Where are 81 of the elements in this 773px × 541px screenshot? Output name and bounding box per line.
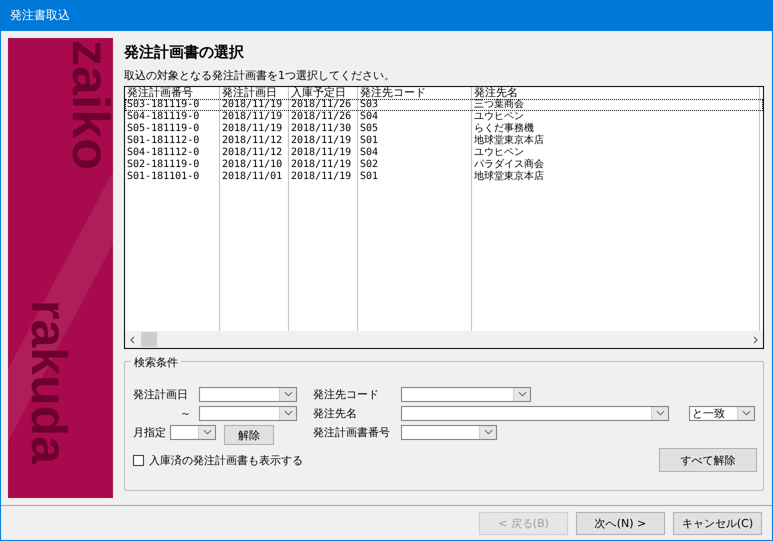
dropdown-icon [742, 410, 750, 416]
instruction-text: 取込の対象となる発注計画書を1つ選択してください。 [124, 68, 396, 83]
table-cell-text: S04-181112-0 [126, 147, 200, 159]
table-row[interactable]: S02-181119-0 2018/11/10 2018/11/19 S02 パラダイス商会 [125, 159, 763, 171]
scroll-right-icon[interactable] [751, 336, 759, 344]
dropdown-icon [284, 391, 292, 397]
table-cell-text: S01-181112-0 [126, 135, 200, 147]
table-cell-text: ユウヒペン [473, 147, 524, 159]
table-cell-text: S01 [359, 135, 380, 147]
field-label: 発注計画書番号 [313, 424, 391, 440]
scrollbar-thumb[interactable] [141, 332, 157, 347]
table-row[interactable]: S05-181119-0 2018/11/19 2018/11/30 S05 らくだ事務機 [125, 123, 763, 135]
table-cell-text: 2018/11/19 [290, 135, 352, 147]
table-cell-text: 2018/11/30 [290, 123, 352, 135]
clear-button[interactable]: 解除 [224, 425, 274, 445]
table-cell-text: 2018/11/19 [221, 123, 284, 135]
column-header[interactable]: 発注計画日 [220, 87, 289, 99]
brand-text: rakuda [24, 300, 74, 464]
field-label: 発注計画日 [133, 386, 189, 402]
table-cell-text: 地球堂東京本店 [473, 171, 545, 183]
table-cell-text: 2018/11/10 [221, 159, 284, 171]
dropdown-icon [484, 429, 492, 435]
table-cell-text: S05-181119-0 [126, 123, 200, 135]
scroll-left-icon[interactable] [129, 336, 137, 344]
group-legend: 検索条件 [131, 355, 181, 370]
table-row[interactable]: S04-181119-0 2018/11/19 2018/11/26 S04 ユウヒペン [125, 111, 763, 123]
table-cell-text: 2018/11/01 [221, 171, 284, 183]
month-combo[interactable] [170, 424, 216, 440]
table-cell-text: らくだ事務機 [473, 123, 535, 134]
plan-number-combo[interactable] [401, 424, 497, 440]
date-combo[interactable] [199, 406, 297, 420]
table-row[interactable]: S01-181101-0 2018/11/01 2018/11/19 S01 地球堂東京本店 [125, 171, 763, 183]
supplier-name-combo[interactable] [401, 406, 669, 420]
table-cell-text: 2018/11/19 [290, 147, 352, 159]
match-combo[interactable]: と一致 [689, 406, 755, 420]
table-cell-text: S01 [359, 171, 380, 183]
table-row[interactable]: S04-181112-0 2018/11/12 2018/11/19 S04 ユウヒペン [125, 147, 763, 159]
table-cell-text: 地球堂東京本店 [473, 135, 545, 147]
date-combo[interactable] [199, 386, 297, 402]
table-cell-text: S02 [359, 159, 380, 171]
table-cell-text: 2018/11/19 [221, 99, 284, 111]
table-cell-text: パラダイス商会 [473, 159, 545, 170]
table-cell-text: 2018/11/12 [221, 147, 284, 159]
column-header[interactable]: 入庫予定日 [289, 87, 358, 99]
wizard-button[interactable]: キャンセル(C) [673, 512, 762, 534]
table-cell-text: S04 [359, 147, 380, 159]
table-cell-text: S02-181119-0 [126, 159, 200, 171]
page-heading: 発注計画書の選択 [124, 43, 245, 62]
clear-all-button[interactable]: すべて解除 [659, 448, 757, 472]
table-cell-text: 2018/11/26 [290, 111, 352, 123]
table-cell-text: S04-181119-0 [126, 111, 200, 123]
table-row[interactable]: S01-181112-0 2018/11/12 2018/11/19 S01 地球堂東京本店 [125, 135, 763, 147]
horizontal-scrollbar[interactable] [125, 331, 763, 348]
dropdown-icon [656, 410, 664, 416]
table-cell-text: 2018/11/12 [221, 135, 284, 147]
table-cell-text: 2018/11/19 [290, 171, 352, 183]
table-cell-text: 2018/11/19 [290, 159, 352, 171]
window-title: 発注書取込 [10, 7, 70, 24]
brand-text: zaiko [64, 40, 113, 170]
table-cell-text: S05 [359, 123, 380, 135]
show-received-checkbox[interactable]: 入庫済の発注計画書も表示する [133, 452, 303, 468]
range-mark: ～ [179, 406, 192, 420]
table-cell-text: S03 [359, 99, 380, 111]
wizard-button[interactable]: 次へ(N) > [576, 512, 665, 534]
table-cell-text: ユウヒペン [473, 111, 525, 122]
table-cell-text: S04 [359, 111, 380, 123]
table-cell-text: 2018/11/26 [290, 99, 352, 111]
column-header[interactable]: 発注先コード [358, 87, 472, 99]
dropdown-icon [284, 410, 292, 416]
supplier-code-combo[interactable] [401, 386, 531, 402]
table-cell-text: S03-181119-0 [126, 99, 200, 111]
table-cell-text: S01-181101-0 [126, 171, 200, 183]
checkbox-icon[interactable] [133, 454, 144, 466]
field-label: 発注先名 [313, 406, 358, 420]
column-header[interactable]: 発注先名 [472, 87, 760, 99]
field-label: 月指定 [133, 424, 166, 440]
dropdown-icon [518, 391, 526, 397]
column-header[interactable]: 発注計画番号 [125, 87, 220, 99]
field-label: 発注先コード [313, 386, 380, 402]
table-cell-text: 2018/11/19 [221, 111, 284, 123]
dropdown-icon [202, 429, 212, 435]
